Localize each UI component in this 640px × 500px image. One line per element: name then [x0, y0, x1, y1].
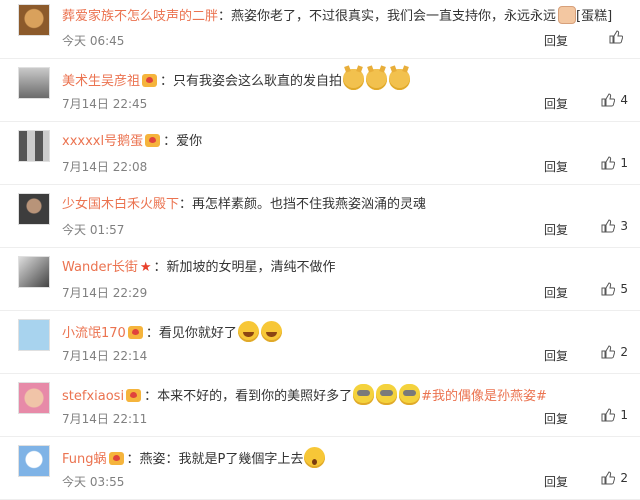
like-button[interactable]: [609, 30, 628, 44]
comment-text: ：看见你就好了: [145, 326, 237, 341]
vip-badge-icon[interactable]: [145, 134, 161, 147]
thumbs-up-icon: [601, 219, 616, 233]
comment-timestamp: 7月14日 22:29: [62, 286, 148, 300]
minion-emoji-icon: [376, 384, 398, 405]
doge-emoji-icon: [389, 69, 411, 90]
comment-timestamp: 今天 06:45: [62, 34, 125, 48]
comment-text: ：新加坡的女明星，清纯不做作: [153, 260, 336, 275]
avatar[interactable]: [18, 130, 50, 162]
emoji-code-text: [蛋糕]: [576, 9, 613, 24]
comment-row: Fung蜗 ：燕姿：我就是P了幾個字上去 今天 03:55 回复 2: [0, 437, 640, 500]
reply-button[interactable]: 回复: [544, 221, 568, 238]
vip-badge-icon[interactable]: [142, 74, 158, 87]
doge-emoji-icon: [366, 69, 388, 90]
vip-badge-icon[interactable]: [108, 452, 124, 465]
comment-list: 葬爱家族不怎么吱声的二胖：燕姿你老了，不过很真实，我们会一直支持你，永远永远 [蛋…: [0, 0, 640, 500]
comment-content: Wander长街 ★ ：新加坡的女明星，清纯不做作: [62, 258, 630, 278]
like-button[interactable]: 3: [601, 219, 628, 233]
username-link[interactable]: stefxiaosi: [62, 389, 124, 404]
reply-button[interactable]: 回复: [544, 284, 568, 301]
like-count: 5: [620, 282, 628, 296]
comment-text: ：只有我姿会这么耿直的发自拍: [160, 74, 343, 89]
like-button[interactable]: 1: [601, 156, 628, 170]
star-badge-icon: ★: [139, 260, 152, 275]
comment-text: ：本来不好的，看到你的美照好多了: [144, 389, 353, 404]
comment-text: ：爱你: [163, 134, 203, 149]
reply-button[interactable]: 回复: [544, 32, 568, 49]
like-button[interactable]: 4: [601, 93, 628, 107]
avatar[interactable]: [18, 4, 50, 36]
happy-emoji-icon: [260, 321, 282, 342]
avatar[interactable]: [18, 193, 50, 225]
reply-button[interactable]: 回复: [544, 410, 568, 427]
vip-badge-icon[interactable]: [126, 389, 142, 402]
like-button[interactable]: 2: [601, 345, 628, 359]
comment-timestamp: 7月14日 22:11: [62, 412, 148, 426]
comment-row: xxxxxl号鹅蛋 ：爱你 7月14日 22:08 回复 1: [0, 122, 640, 185]
happy-emoji-icon: [237, 321, 259, 342]
wow-emoji-icon: [304, 447, 326, 468]
username-link[interactable]: 少女国木白禾火殿下: [62, 197, 179, 212]
username-link[interactable]: xxxxxl号鹅蛋: [62, 134, 143, 149]
like-count: 1: [620, 156, 628, 170]
like-button[interactable]: 1: [601, 408, 628, 422]
comment-text: ：再怎样素颜。也挡不住我燕姿汹涌的灵魂: [179, 197, 427, 212]
vip-badge-icon[interactable]: [127, 326, 143, 339]
like-count: 4: [620, 93, 628, 107]
comment-timestamp: 今天 03:55: [62, 475, 125, 489]
username-link[interactable]: Wander长街: [62, 260, 138, 275]
comment-content: 美术生吴彦祖 ：只有我姿会这么耿直的发自拍: [62, 69, 630, 92]
reply-button[interactable]: 回复: [544, 473, 568, 490]
comment-row: 葬爱家族不怎么吱声的二胖：燕姿你老了，不过很真实，我们会一直支持你，永远永远 [蛋…: [0, 0, 640, 59]
comment-text: ：燕姿：我就是P了幾個字上去: [126, 452, 304, 467]
comment-content: 少女国木白禾火殿下：再怎样素颜。也挡不住我燕姿汹涌的灵魂: [62, 195, 630, 215]
comment-content: stefxiaosi ：本来不好的，看到你的美照好多了 #我的偶像是孙燕姿#: [62, 384, 630, 407]
avatar[interactable]: [18, 256, 50, 288]
like-count: 1: [620, 408, 628, 422]
thumbs-up-icon: [601, 93, 616, 107]
avatar[interactable]: [18, 67, 50, 99]
like-button[interactable]: 5: [601, 282, 628, 296]
avatar[interactable]: [18, 319, 50, 351]
comment-timestamp: 7月14日 22:14: [62, 349, 148, 363]
avatar[interactable]: [18, 445, 50, 477]
username-link[interactable]: 葬爱家族不怎么吱声的二胖: [62, 9, 218, 24]
like-count: 3: [620, 219, 628, 233]
like-button[interactable]: 2: [601, 471, 628, 485]
thumbs-up-icon: [601, 345, 616, 359]
username-link[interactable]: 美术生吴彦祖: [62, 74, 140, 89]
thumbs-up-icon: [601, 282, 616, 296]
comment-timestamp: 7月14日 22:08: [62, 160, 148, 174]
comment-row: stefxiaosi ：本来不好的，看到你的美照好多了 #我的偶像是孙燕姿# 7月14…: [0, 374, 640, 437]
thumbs-up-icon: [601, 156, 616, 170]
thumbs-up-icon: [601, 408, 616, 422]
comment-timestamp: 7月14日 22:45: [62, 97, 148, 111]
hashtag-link[interactable]: #我的偶像是孙燕姿#: [421, 389, 547, 404]
reply-button[interactable]: 回复: [544, 95, 568, 112]
minion-emoji-icon: [399, 384, 421, 405]
comment-content: xxxxxl号鹅蛋 ：爱你: [62, 132, 630, 152]
reply-button[interactable]: 回复: [544, 347, 568, 364]
like-count: 2: [620, 345, 628, 359]
comment-text: ：燕姿你老了，不过很真实，我们会一直支持你，永远永远: [218, 9, 557, 24]
comment-row: Wander长街 ★ ：新加坡的女明星，清纯不做作 7月14日 22:29 回复 5: [0, 248, 640, 311]
thumbs-up-icon: [609, 30, 623, 44]
comment-content: Fung蜗 ：燕姿：我就是P了幾個字上去: [62, 447, 630, 470]
thumbs-up-emoji-icon: [558, 6, 577, 24]
comment-row: 美术生吴彦祖 ：只有我姿会这么耿直的发自拍 7月14日 22:45 回复 4: [0, 59, 640, 122]
minion-emoji-icon: [353, 384, 375, 405]
comment-row: 小流氓170 ：看见你就好了 7月14日 22:14 回复 2: [0, 311, 640, 374]
comment-content: 葬爱家族不怎么吱声的二胖：燕姿你老了，不过很真实，我们会一直支持你，永远永远 [蛋…: [62, 6, 630, 27]
like-count: 2: [620, 471, 628, 485]
comment-row: 少女国木白禾火殿下：再怎样素颜。也挡不住我燕姿汹涌的灵魂今天 01:57 回复 3: [0, 185, 640, 248]
comment-content: 小流氓170 ：看见你就好了: [62, 321, 630, 344]
username-link[interactable]: Fung蜗: [62, 452, 107, 467]
thumbs-up-icon: [601, 471, 616, 485]
comment-timestamp: 今天 01:57: [62, 223, 125, 237]
username-link[interactable]: 小流氓170: [62, 326, 126, 341]
doge-emoji-icon: [343, 69, 365, 90]
avatar[interactable]: [18, 382, 50, 414]
reply-button[interactable]: 回复: [544, 158, 568, 175]
